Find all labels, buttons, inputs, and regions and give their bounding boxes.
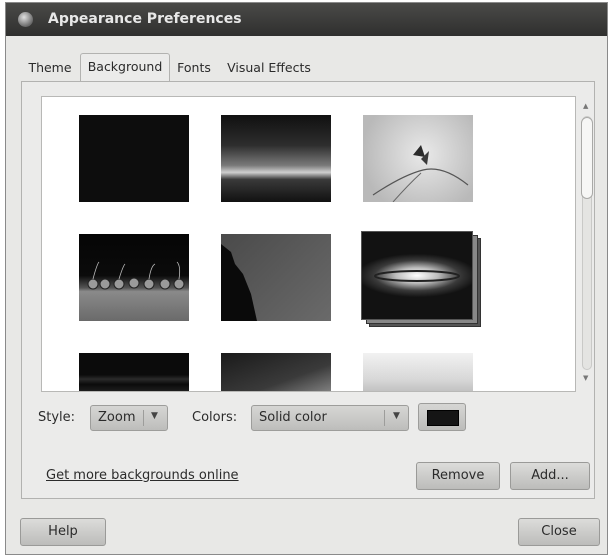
appearance-preferences-window: Appearance Preferences Theme Background … — [5, 2, 608, 555]
tab-fonts[interactable]: Fonts — [170, 55, 218, 81]
window-title: Appearance Preferences — [48, 11, 242, 27]
dropdown-separator — [384, 410, 385, 426]
colors-dropdown[interactable]: Solid color ▼ — [251, 405, 409, 431]
background-tab-panel: ▲ ▼ Style: Zoom ▼ Colors: Solid color ▼ … — [21, 81, 595, 499]
scrollbar-thumb[interactable] — [581, 117, 593, 199]
rock-silhouette-graphic — [221, 244, 257, 321]
chevron-down-icon: ▼ — [393, 411, 400, 421]
wallpaper-thumb-cherries-on-wood[interactable] — [79, 234, 189, 321]
wallpaper-scrollbar[interactable]: ▲ ▼ — [580, 102, 594, 384]
scroll-down-arrow-icon[interactable]: ▼ — [583, 374, 588, 382]
tab-background[interactable]: Background — [80, 53, 170, 84]
get-more-backgrounds-link[interactable]: Get more backgrounds online — [46, 468, 239, 483]
galaxy-graphic — [374, 270, 460, 282]
style-dropdown-value: Zoom — [98, 410, 136, 425]
butterfly-plant-graphic — [372, 145, 469, 202]
wallpaper-thumb-dusk-horizon[interactable] — [221, 115, 331, 202]
wallpaper-thumb-sombrero-galaxy[interactable] — [361, 231, 473, 320]
help-button[interactable]: Help — [20, 518, 106, 546]
wallpaper-thumb-grass-field[interactable] — [363, 353, 473, 391]
wallpaper-thumb-butterfly-on-plant[interactable] — [363, 115, 473, 202]
tab-theme[interactable]: Theme — [20, 55, 80, 81]
style-dropdown[interactable]: Zoom ▼ — [90, 405, 168, 431]
appearance-app-icon — [18, 12, 33, 27]
wallpaper-thumb-plain-black[interactable] — [79, 115, 189, 202]
dropdown-separator — [143, 410, 144, 426]
tab-visual-effects[interactable]: Visual Effects — [220, 55, 318, 81]
style-label: Style: — [38, 410, 76, 425]
wallpaper-thumb-hands[interactable] — [221, 353, 331, 391]
chevron-down-icon: ▼ — [151, 411, 158, 421]
wallpaper-grid — [41, 96, 576, 392]
add-button[interactable]: Add... — [510, 462, 590, 490]
colors-dropdown-value: Solid color — [259, 410, 327, 425]
title-bar[interactable]: Appearance Preferences — [6, 3, 607, 36]
colors-label: Colors: — [192, 410, 238, 425]
wallpaper-thumb-dark-stripes[interactable] — [79, 353, 189, 391]
color-picker-button[interactable] — [418, 403, 466, 431]
close-button[interactable]: Close — [518, 518, 600, 546]
scroll-up-arrow-icon[interactable]: ▲ — [583, 102, 588, 110]
remove-button[interactable]: Remove — [416, 462, 500, 490]
cherries-graphic — [87, 261, 185, 290]
wallpaper-thumb-rock-silhouette[interactable] — [221, 234, 331, 321]
color-swatch — [427, 410, 459, 426]
